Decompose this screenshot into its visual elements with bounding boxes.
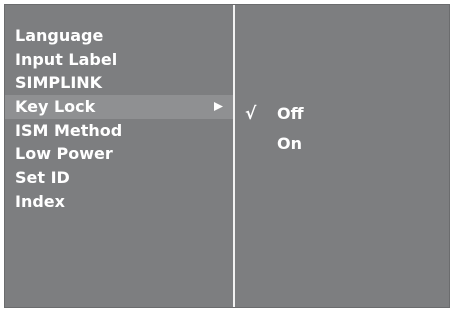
option-label: Off: [277, 104, 304, 123]
option-on[interactable]: On: [235, 129, 449, 159]
check-mark-icon: √: [245, 104, 257, 124]
menu-item-label: Language: [15, 26, 104, 45]
menu-item-input-label[interactable]: Input Label: [5, 48, 233, 72]
menu-item-label: Set ID: [15, 168, 70, 188]
option-label: On: [277, 134, 302, 153]
main-menu-list: Language Input Label SIMPLINK Key Lock I…: [5, 24, 233, 214]
menu-item-simplink[interactable]: SIMPLINK: [5, 71, 233, 95]
menu-item-label: Input Label: [15, 49, 118, 69]
submenu-panel: √ Off On: [235, 5, 449, 307]
osd-menu-window: Language Input Label SIMPLINK Key Lock I…: [4, 4, 450, 308]
menu-item-label: SIMPLINK: [15, 73, 103, 93]
menu-item-set-id[interactable]: Set ID: [5, 166, 233, 190]
right-triangle-icon: [211, 95, 225, 119]
menu-item-index[interactable]: Index: [5, 190, 233, 214]
menu-item-language[interactable]: Language: [5, 24, 233, 48]
menu-item-ism-method[interactable]: ISM Method: [5, 119, 233, 143]
menu-item-key-lock[interactable]: Key Lock: [5, 95, 233, 119]
main-menu-panel: Language Input Label SIMPLINK Key Lock I…: [5, 5, 233, 307]
menu-item-label: Key Lock: [15, 97, 96, 117]
option-off[interactable]: √ Off: [235, 99, 449, 129]
menu-item-label: ISM Method: [15, 120, 123, 140]
menu-item-low-power[interactable]: Low Power: [5, 142, 233, 166]
menu-item-label: Low Power: [15, 144, 113, 164]
menu-item-label: Index: [15, 191, 65, 211]
key-lock-options: √ Off On: [235, 99, 449, 159]
